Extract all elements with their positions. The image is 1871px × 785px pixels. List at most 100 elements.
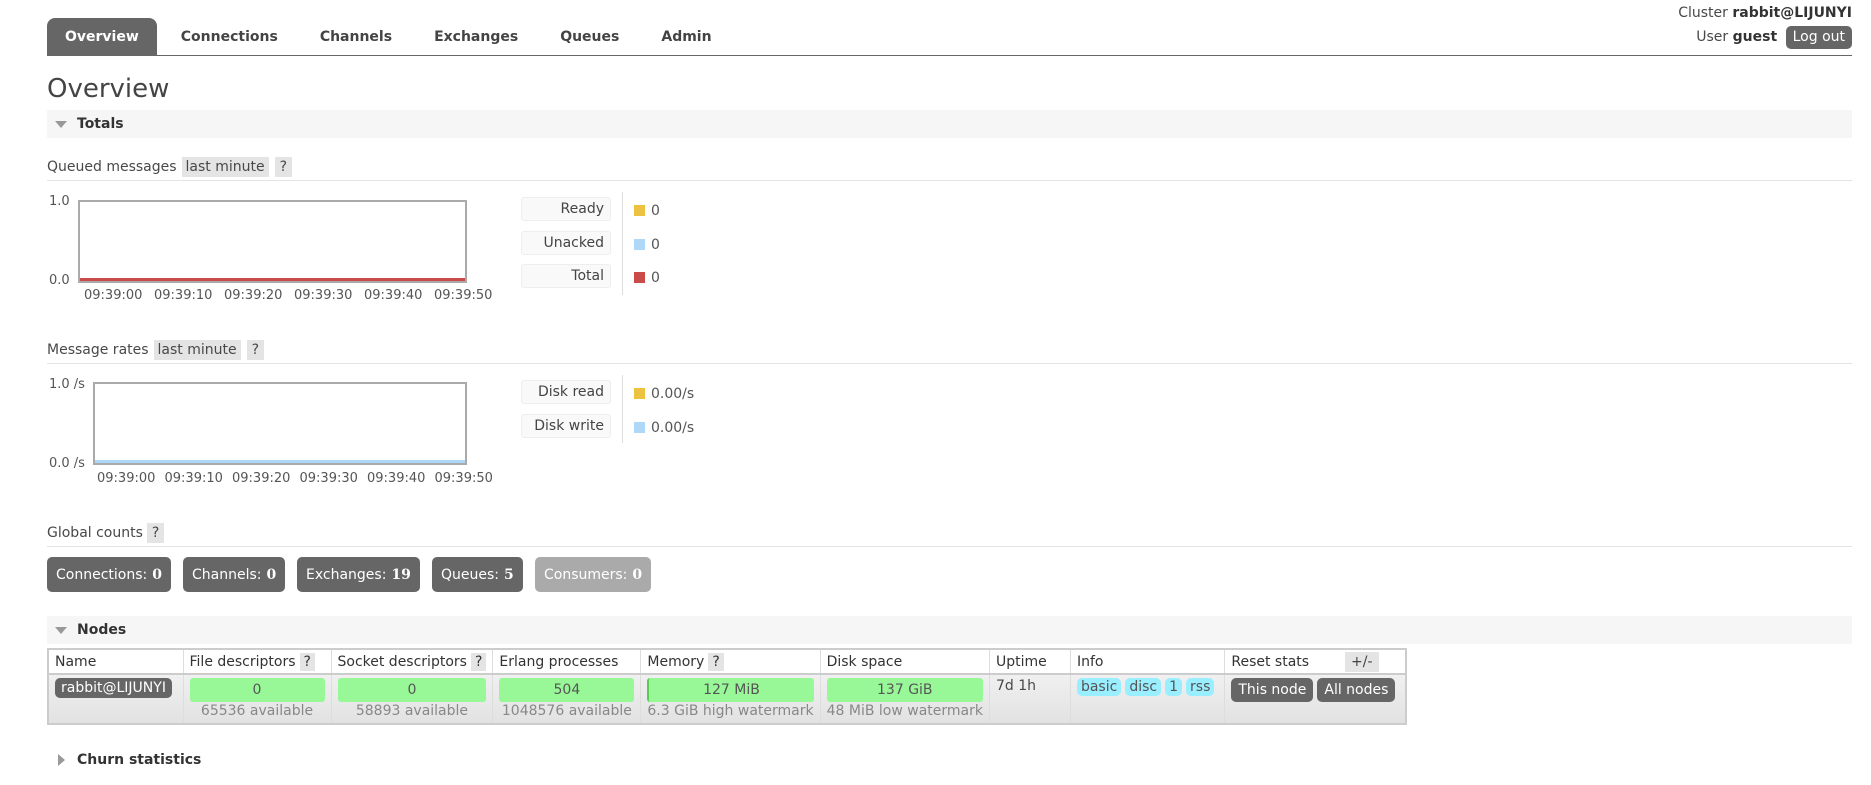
churn-section-toggle[interactable]: Churn statistics <box>47 746 1852 774</box>
count-connections-value: 0 <box>152 566 162 583</box>
disk-low-watermark: 48 MiB low watermark <box>826 703 983 719</box>
rates-range-selector[interactable]: last minute <box>153 340 241 360</box>
rates-legend-divider <box>622 375 623 443</box>
queued-x-tick: 09:39:10 <box>154 288 213 303</box>
info-tag-disc[interactable]: disc <box>1125 678 1162 696</box>
col-uptime: Uptime <box>988 648 1071 675</box>
queued-x-tick: 09:39:30 <box>294 288 353 303</box>
queued-help-icon[interactable]: ? <box>274 157 293 177</box>
tab-exchanges[interactable]: Exchanges <box>416 18 536 55</box>
queued-range-selector[interactable]: last minute <box>181 157 269 177</box>
count-connections[interactable]: Connections: 0 <box>47 557 171 592</box>
user-name: guest <box>1732 29 1778 45</box>
nodes-table-header: Name File descriptors? Socket descriptor… <box>47 648 1407 675</box>
count-queues-value: 5 <box>504 566 514 583</box>
expand-triangle-icon <box>58 754 65 766</box>
legend-value-total: 0 <box>651 270 660 286</box>
queued-x-tick: 09:39:40 <box>364 288 423 303</box>
count-exchanges-label: Exchanges: <box>306 566 387 583</box>
legend-value-disk-write: 0.00/s <box>651 420 695 436</box>
tab-admin[interactable]: Admin <box>643 18 729 55</box>
legend-value-unacked: 0 <box>651 237 660 253</box>
socket-descriptors-help-icon[interactable]: ? <box>470 652 487 671</box>
legend-swatch-disk-read <box>634 388 645 399</box>
rates-x-tick: 09:39:50 <box>434 471 493 486</box>
count-consumers-value: 0 <box>632 566 643 583</box>
message-rates-title: Message rates <box>47 342 149 358</box>
count-exchanges[interactable]: Exchanges: 19 <box>297 557 420 592</box>
memory-high-watermark: 6.3 GiB high watermark <box>647 703 814 719</box>
totals-section-toggle[interactable]: Totals <box>47 110 1852 138</box>
nodes-section-label: Nodes <box>77 622 127 638</box>
info-tag-count[interactable]: 1 <box>1165 678 1183 696</box>
rates-x-tick: 09:39:40 <box>367 471 426 486</box>
queued-messages-chart <box>78 200 467 283</box>
tab-overview[interactable]: Overview <box>47 18 157 55</box>
cell-name: rabbit@LIJUNYI <box>47 673 184 725</box>
nodes-section-toggle[interactable]: Nodes <box>47 616 1852 644</box>
count-exchanges-value: 19 <box>391 566 411 583</box>
count-consumers-label: Consumers: <box>544 566 628 583</box>
rates-x-tick: 09:39:10 <box>164 471 223 486</box>
col-erlang-processes: Erlang processes <box>492 648 642 675</box>
count-queues[interactable]: Queues: 5 <box>432 557 523 592</box>
node-name-link[interactable]: rabbit@LIJUNYI <box>55 678 172 698</box>
col-memory-label: Memory <box>647 653 705 670</box>
tab-channels[interactable]: Channels <box>302 18 410 55</box>
count-consumers[interactable]: Consumers: 0 <box>535 557 652 592</box>
queued-messages-header: Queued messages last minute ? <box>47 154 1852 181</box>
col-reset-stats: Reset stats <box>1224 648 1407 675</box>
col-reset-stats-label: Reset stats <box>1231 653 1310 670</box>
rates-help-icon[interactable]: ? <box>246 340 265 360</box>
file-descriptors-help-icon[interactable]: ? <box>299 652 315 671</box>
queued-messages-title: Queued messages <box>47 159 177 175</box>
nodes-table: Name File descriptors? Socket descriptor… <box>47 648 1408 725</box>
rates-x-tick: 09:39:00 <box>97 471 156 486</box>
rates-x-tick: 09:39:20 <box>232 471 291 486</box>
queued-y-min: 0.0 <box>49 273 70 288</box>
global-counts-help-icon[interactable]: ? <box>146 523 165 543</box>
count-queues-label: Queues: <box>441 566 500 583</box>
legend-swatch-total <box>634 272 645 283</box>
col-socket-descriptors: Socket descriptors? <box>330 648 494 675</box>
erlang-processes-available: 1048576 available <box>501 703 632 719</box>
memory-help-icon[interactable]: ? <box>708 652 724 671</box>
col-file-descriptors-label: File descriptors <box>189 653 296 670</box>
tab-queues[interactable]: Queues <box>542 18 637 55</box>
col-socket-descriptors-label: Socket descriptors <box>337 653 467 670</box>
disk-space-bar: 137 GiB <box>826 678 983 702</box>
count-channels[interactable]: Channels: 0 <box>183 557 286 592</box>
tab-connections[interactable]: Connections <box>163 18 296 55</box>
cluster-name: rabbit@LIJUNYI <box>1732 5 1852 21</box>
totals-section-label: Totals <box>77 116 124 132</box>
legend-value-disk-read: 0.00/s <box>651 386 695 402</box>
col-memory: Memory? <box>640 648 821 675</box>
reset-this-node-button[interactable]: This node <box>1231 678 1314 702</box>
col-uptime-label: Uptime <box>995 653 1047 670</box>
queued-total-series-line <box>80 278 465 281</box>
col-disk-space: Disk space <box>819 648 990 675</box>
info-tag-rss[interactable]: rss <box>1186 678 1215 696</box>
reset-all-nodes-button[interactable]: All nodes <box>1317 678 1396 702</box>
message-rates-chart <box>93 382 467 465</box>
queued-x-tick: 09:39:50 <box>434 288 493 303</box>
info-tag-basic[interactable]: basic <box>1076 678 1122 696</box>
memory-bar: 127 MiB <box>647 678 814 702</box>
col-erlang-processes-label: Erlang processes <box>499 653 619 670</box>
col-info: Info <box>1069 648 1226 675</box>
cell-info: basic disc 1 rss <box>1069 673 1226 725</box>
count-channels-label: Channels: <box>192 566 262 583</box>
rates-y-max: 1.0 /s <box>49 377 85 392</box>
toggle-columns-button[interactable]: +/- <box>1345 652 1379 672</box>
legend-label-disk-read: Disk read <box>521 380 611 404</box>
logout-button[interactable]: Log out <box>1785 26 1852 49</box>
rates-x-tick: 09:39:30 <box>299 471 358 486</box>
legend-label-disk-write: Disk write <box>521 414 611 438</box>
rates-y-min: 0.0 /s <box>49 456 85 471</box>
legend-value-ready: 0 <box>651 203 660 219</box>
col-name-label: Name <box>55 653 97 670</box>
rates-disk-write-series-line <box>95 460 465 463</box>
message-rates-header: Message rates last minute ? <box>47 337 1852 364</box>
cell-file-descriptors: 0 65536 available <box>182 673 332 725</box>
churn-section-label: Churn statistics <box>77 752 202 768</box>
